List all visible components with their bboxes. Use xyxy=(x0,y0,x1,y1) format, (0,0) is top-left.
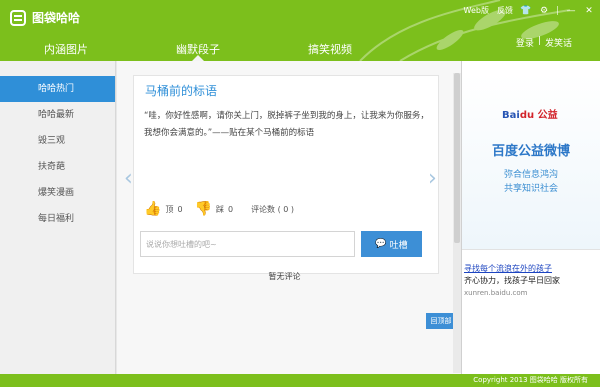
sidebar-item-weird[interactable]: 扶奇葩 xyxy=(0,154,115,180)
scrollbar-thumb[interactable] xyxy=(454,73,460,243)
ad-panel: Baidu 公益 百度公益微博 弥合信息鸿沟 共享知识社会 寻找每个流浪在外的孩… xyxy=(461,61,600,374)
close-icon[interactable]: ✕ xyxy=(584,6,594,16)
tab-pictures[interactable]: 内涵图片 xyxy=(0,37,132,61)
ad-brand: Baidu 公益 xyxy=(502,106,558,121)
ad-banner[interactable]: Baidu 公益 百度公益微博 弥合信息鸿沟 共享知识社会 xyxy=(462,74,600,250)
ad-tagline-1: 弥合信息鸿沟 xyxy=(503,170,558,180)
prev-arrow-icon[interactable]: ‹ xyxy=(124,165,136,193)
ad-headline: 百度公益微博 xyxy=(491,144,570,159)
ad-link[interactable]: 寻找每个流浪在外的孩子 xyxy=(464,263,552,274)
web-version-link[interactable]: Web版 xyxy=(464,5,489,16)
divider xyxy=(557,6,558,15)
sidebar: 哈哈热门 哈哈最新 毁三观 扶奇葩 爆笑漫画 每日福利 xyxy=(0,61,116,374)
copyright: Copyright 2013 图袋哈哈 版权所有 xyxy=(473,376,588,384)
thumbs-up-icon[interactable]: 👍 xyxy=(144,201,161,217)
title-bar: 图袋哈哈 Web版 反馈 👕 ⚙ — ✕ 内涵图片 幽默段子 搞笑视频 登录 |… xyxy=(0,0,600,61)
comment-form: 💬 吐槽 xyxy=(140,231,422,257)
back-to-top-button[interactable]: 回顶部 xyxy=(426,313,456,329)
user-links: 登录 | 发笑话 xyxy=(516,36,572,49)
logo-icon xyxy=(10,9,26,26)
post-joke-link[interactable]: 发笑话 xyxy=(545,36,572,49)
dislike-count: 0 xyxy=(227,204,234,214)
app-logo: 图袋哈哈 xyxy=(10,9,80,26)
footer: Copyright 2013 图袋哈哈 版权所有 xyxy=(0,374,600,387)
ad-tagline: 弥合信息鸿沟 共享知识社会 xyxy=(462,168,600,196)
ad-description: 齐心协力，找孩子早日回家 xyxy=(464,276,560,285)
no-comments-text: 暂无评论 xyxy=(268,272,301,281)
thumbs-down-icon[interactable]: 👎 xyxy=(195,201,212,217)
scrollbar[interactable] xyxy=(453,73,461,373)
tab-jokes[interactable]: 幽默段子 xyxy=(132,37,264,61)
link-separator: | xyxy=(537,36,541,46)
submit-comment-button[interactable]: 💬 吐槽 xyxy=(361,231,422,257)
comment-input[interactable] xyxy=(140,231,355,257)
ad-url[interactable]: xunren.baidu.com xyxy=(464,289,527,297)
submit-comment-label: 吐槽 xyxy=(389,240,408,251)
ad-brand-part1: Bai xyxy=(502,110,520,121)
feedback-link[interactable]: 反馈 xyxy=(497,5,513,16)
main-content: 马桶前的标语 “哇，你好性感啊，请你关上门，脱掉裤子坐到我的身上，让我来为你服务… xyxy=(117,61,461,374)
gear-icon[interactable]: ⚙ xyxy=(539,6,549,16)
sidebar-item-latest[interactable]: 哈哈最新 xyxy=(0,102,115,128)
chat-icon: 💬 xyxy=(375,239,387,249)
ad-tagline-2: 共享知识社会 xyxy=(503,184,558,194)
post-title: 马桶前的标语 xyxy=(145,84,218,98)
post-actions: 👍 顶 0 👎 踩 0 评论数 ( 0 ) xyxy=(144,201,294,217)
next-arrow-icon[interactable]: › xyxy=(428,165,440,193)
main-nav: 内涵图片 幽默段子 搞笑视频 xyxy=(0,37,420,61)
sidebar-item-shocking[interactable]: 毁三观 xyxy=(0,128,115,154)
like-count: 0 xyxy=(177,204,183,214)
window-controls: Web版 反馈 👕 ⚙ — ✕ xyxy=(464,5,594,16)
like-label: 顶 xyxy=(165,204,174,214)
tab-videos[interactable]: 搞笑视频 xyxy=(264,37,396,61)
sidebar-item-daily[interactable]: 每日福利 xyxy=(0,206,115,232)
minimize-icon[interactable]: — xyxy=(566,6,576,16)
comment-count[interactable]: 评论数 ( 0 ) xyxy=(251,204,294,215)
dislike-label: 踩 xyxy=(215,204,224,214)
sidebar-item-comics[interactable]: 爆笑漫画 xyxy=(0,180,115,206)
ad-brand-suffix: 公益 xyxy=(537,110,558,121)
app-title: 图袋哈哈 xyxy=(32,11,81,25)
ad-brand-part2: du xyxy=(519,110,535,121)
sidebar-item-hot[interactable]: 哈哈热门 xyxy=(0,76,115,102)
login-link[interactable]: 登录 xyxy=(516,36,534,49)
shirt-icon[interactable]: 👕 xyxy=(520,6,531,16)
post-body: “哇，你好性感啊，请你关上门，脱掉裤子坐到我的身上，让我来为你服务，我想你会满意… xyxy=(144,111,429,138)
